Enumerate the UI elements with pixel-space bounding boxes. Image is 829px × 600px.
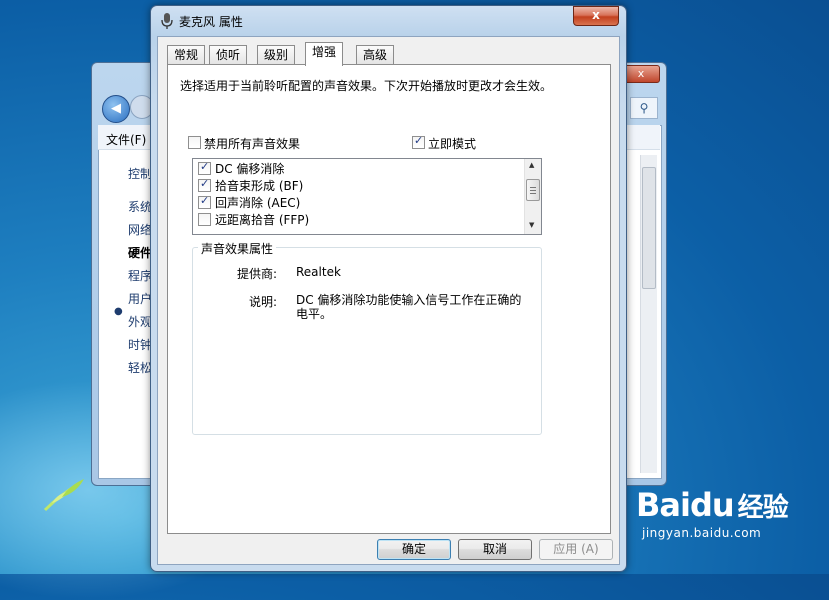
microphone-properties-dialog: 麦克风 属性 x 常规 侦听 级别 增强 高级 选择适用于当前聆听配置的声音效果… [150,5,627,572]
list-item[interactable]: 远距离拾音 (FFP) [193,210,523,227]
tab-enhancements[interactable]: 增强 [305,42,344,66]
sidebar-item-hardware[interactable]: 硬件 [128,244,152,261]
effect-label: 远距离拾音 (FFP) [215,213,310,227]
tab-advanced[interactable]: 高级 [356,45,395,64]
tab-listen[interactable]: 侦听 [209,45,248,64]
sidebar-item-programs[interactable]: 程序 [128,267,152,284]
effect-checkbox[interactable] [198,177,211,192]
dialog-client-area: 常规 侦听 级别 增强 高级 选择适用于当前聆听配置的声音效果。下次开始播放时更… [157,36,620,565]
baidu-watermark: Baidu 经验 jingyan.baidu.com [636,486,789,540]
tab-levels[interactable]: 级别 [257,45,296,64]
sidebar-item-appearance[interactable]: 外观 [128,313,152,330]
active-bullet-icon: ● [114,306,123,317]
effects-scrollbar[interactable]: ▲ ▼ [524,159,541,234]
close-button[interactable]: x [573,6,619,26]
grip-line [530,193,536,194]
scroll-up-icon[interactable]: ▲ [529,161,534,169]
effect-checkbox[interactable] [198,160,211,175]
effect-label: 回声消除 (AEC) [215,196,301,210]
grip-line [530,190,536,191]
ok-button[interactable]: 确定 [377,539,451,560]
background-scroll-thumb[interactable] [642,167,656,289]
menu-file[interactable]: 文件(F) [106,131,146,148]
dialog-title: 麦克风 属性 [179,15,243,29]
description-label: 说明: [249,295,278,309]
desktop-plant-decoration [43,479,84,512]
disable-all-effects-label[interactable]: 禁用所有声音效果 [204,135,300,152]
disable-all-effects-checkbox[interactable] [188,136,201,149]
back-arrow-icon[interactable]: ◀ [102,95,130,123]
watermark-logo-text-2: du [689,486,735,524]
list-item[interactable]: DC 偏移消除 [193,159,523,176]
description-value: DC 偏移消除功能使输入信号工作在正确的电平。 [296,293,522,321]
grip-line [530,187,536,188]
watermark-logo-text: Bai [636,486,691,524]
effect-checkbox[interactable] [198,194,211,209]
immediate-mode-checkbox[interactable] [412,134,425,149]
microphone-icon [161,13,173,29]
effect-properties-legend: 声音效果属性 [198,240,277,257]
immediate-mode-label[interactable]: 立即模式 [428,135,476,152]
apply-button[interactable]: 应用 (A) [539,539,613,560]
sidebar-item-clock[interactable]: 时钟 [128,336,152,353]
enhancements-description: 选择适用于当前聆听配置的声音效果。下次开始播放时更改才会生效。 [180,79,553,93]
effects-listbox[interactable]: DC 偏移消除 拾音束形成 (BF) 回声消除 (AEC) 远距离拾音 (FFP… [192,158,542,235]
list-item[interactable]: 拾音束形成 (BF) [193,176,523,193]
list-item[interactable]: 回声消除 (AEC) [193,193,523,210]
sidebar-item-control[interactable]: 控制 [128,165,152,182]
effect-checkbox[interactable] [198,213,211,226]
sidebar-item-ease[interactable]: 轻松 [128,359,152,376]
sidebar-item-users[interactable]: 用户 [128,290,152,307]
background-close-button[interactable]: x [622,65,660,83]
sidebar-item-network[interactable]: 网络 [128,221,152,238]
tab-general[interactable]: 常规 [167,45,206,64]
enhancements-panel: 选择适用于当前聆听配置的声音效果。下次开始播放时更改才会生效。 禁用所有声音效果… [167,64,611,534]
provider-label: 提供商: [237,267,278,281]
provider-value: Realtek [296,265,341,279]
scroll-down-icon[interactable]: ▼ [529,221,534,229]
search-icon[interactable]: ⚲ [630,97,658,119]
cancel-button[interactable]: 取消 [458,539,532,560]
effect-label: 拾音束形成 (BF) [215,179,304,193]
watermark-logo: Baidu 经验 [636,486,789,526]
effect-label: DC 偏移消除 [215,162,285,176]
watermark-url: jingyan.baidu.com [642,526,762,540]
effects-scroll-thumb[interactable] [526,179,540,201]
watermark-suffix: 经验 [737,493,789,523]
sidebar-item-system[interactable]: 系统 [128,198,152,215]
